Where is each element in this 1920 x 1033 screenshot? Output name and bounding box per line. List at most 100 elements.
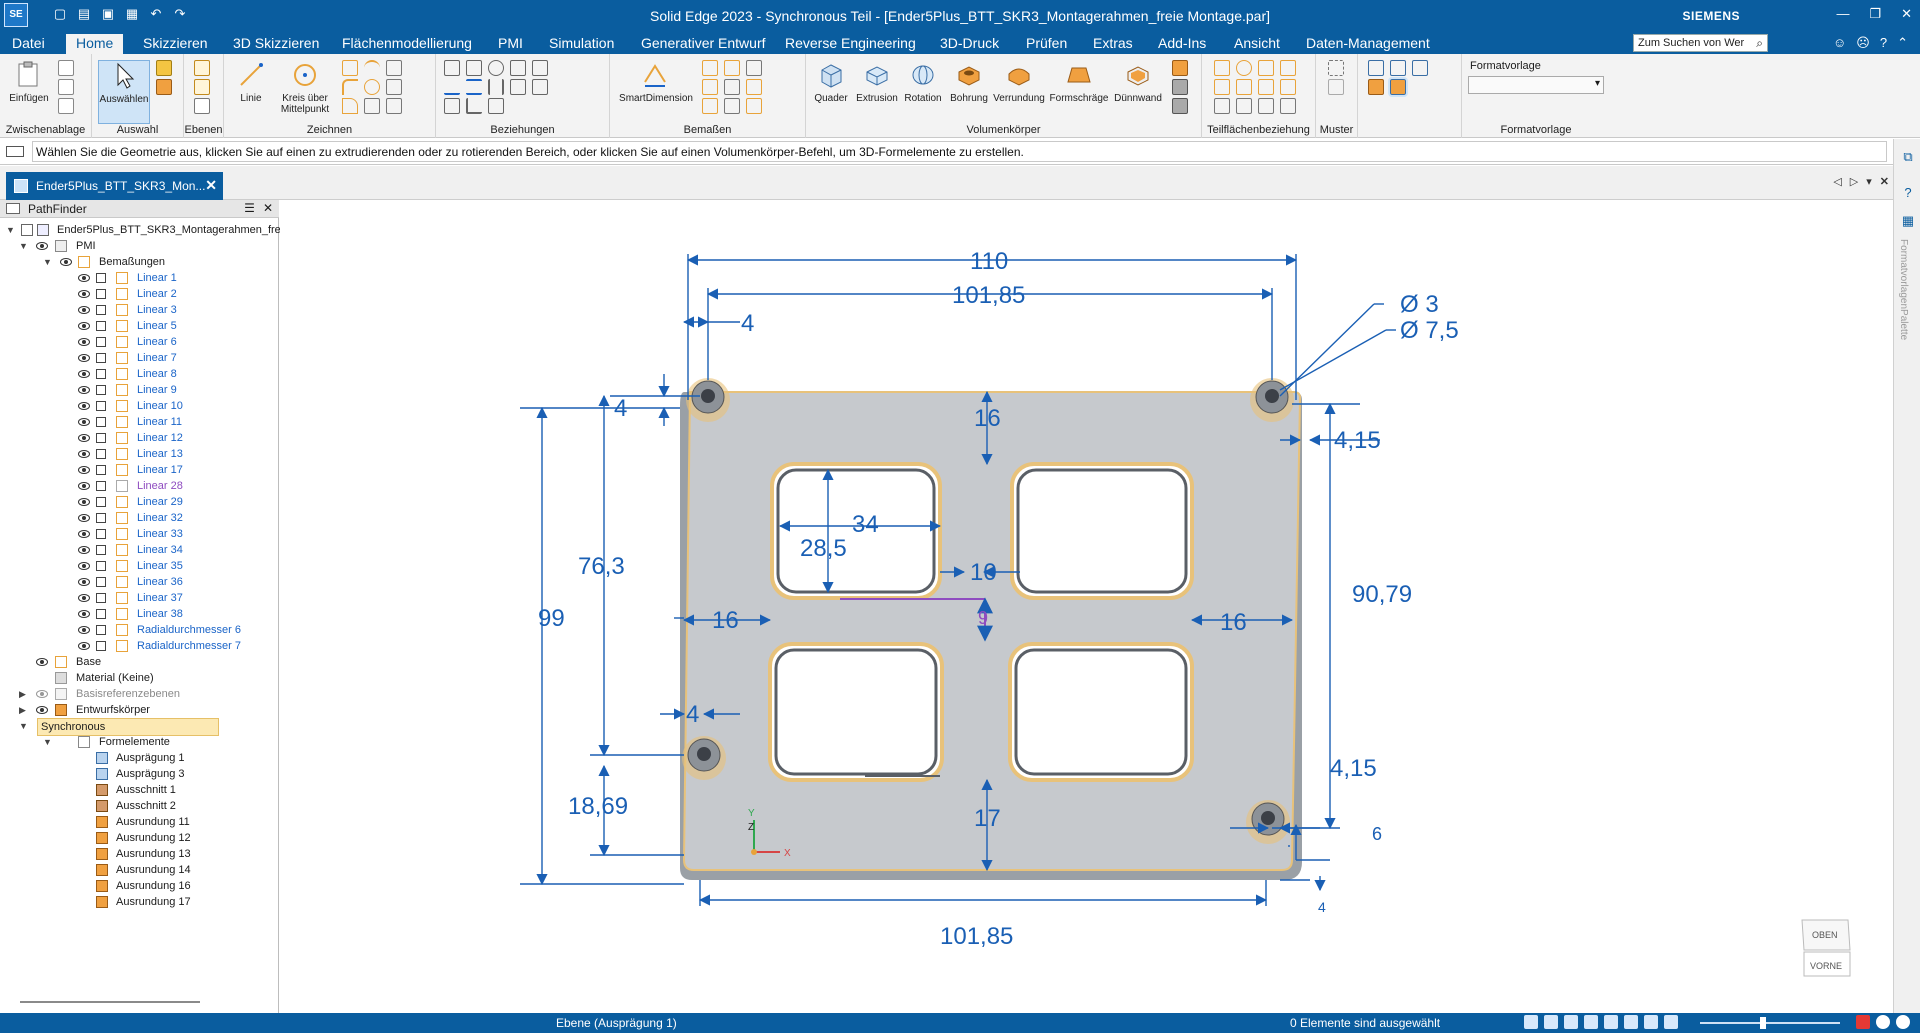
tree-material[interactable]: Material (Keine) xyxy=(33,670,233,686)
tree-dimension-item[interactable]: Radialdurchmesser 7 xyxy=(78,638,273,654)
face-perpendicular-icon[interactable] xyxy=(1236,79,1252,95)
tab-reverse-engineering[interactable]: Reverse Engineering xyxy=(785,35,916,51)
collinear-icon[interactable] xyxy=(532,79,548,95)
concentric-icon[interactable] xyxy=(488,60,504,76)
pattern-icon[interactable] xyxy=(1328,60,1344,76)
tree-base[interactable]: Base xyxy=(33,654,233,670)
eye-icon[interactable] xyxy=(78,290,90,298)
tree-dimension-item[interactable]: Linear 38 xyxy=(78,606,273,622)
eye-hidden-icon[interactable] xyxy=(36,690,48,698)
tree-dimension-item[interactable]: Linear 11 xyxy=(78,414,273,430)
collapse-icon[interactable]: ▼ xyxy=(43,734,53,750)
pan-icon[interactable] xyxy=(1584,1015,1598,1029)
dim-4-top[interactable]: 4 xyxy=(741,310,754,337)
command-search-input[interactable]: Zum Suchen von Wer ⌕ xyxy=(1633,34,1768,52)
smiley-icon[interactable]: ☺ xyxy=(1833,35,1846,51)
face-rigid-icon[interactable] xyxy=(1236,98,1252,114)
view-front-icon[interactable] xyxy=(1390,60,1406,76)
tree-dimension-item[interactable]: Linear 1 xyxy=(78,270,273,286)
dim-90-79[interactable]: 90,79 xyxy=(1352,581,1412,608)
eye-icon[interactable] xyxy=(78,338,90,346)
tree-dimension-item[interactable]: Linear 3 xyxy=(78,302,273,318)
draft-button[interactable]: Formschräge xyxy=(1048,60,1110,104)
tab-close-all-icon[interactable]: ✕ xyxy=(1880,175,1889,188)
eye-icon[interactable] xyxy=(36,706,48,714)
eye-icon[interactable] xyxy=(78,306,90,314)
dim-angle-icon[interactable] xyxy=(724,60,740,76)
symmetric-icon[interactable] xyxy=(510,79,526,95)
rotate-icon[interactable] xyxy=(1604,1015,1618,1029)
relation-handle-icon[interactable] xyxy=(532,60,548,76)
display-icon[interactable] xyxy=(1664,1015,1678,1029)
dim-76-3[interactable]: 76,3 xyxy=(578,553,625,580)
lock-icon[interactable] xyxy=(96,337,106,347)
dim-4-bottom[interactable]: 4 xyxy=(1318,899,1326,915)
palette-icon[interactable]: ▦ xyxy=(1900,213,1916,229)
tangent-icon[interactable] xyxy=(466,60,482,76)
eye-icon[interactable] xyxy=(60,258,72,266)
lock-icon[interactable] xyxy=(96,577,106,587)
eye-icon[interactable] xyxy=(78,450,90,458)
face-horizontal-icon[interactable] xyxy=(1214,98,1230,114)
eye-icon[interactable] xyxy=(78,386,90,394)
lock-icon[interactable] xyxy=(96,481,106,491)
offset-icon[interactable] xyxy=(364,98,380,114)
dim-99[interactable]: 99 xyxy=(538,605,565,632)
tree-refplanes[interactable]: ▶ Basisreferenzebenen xyxy=(19,686,249,702)
tree-pmi[interactable]: ▼ PMI xyxy=(19,238,269,254)
dim-text-icon[interactable] xyxy=(746,79,762,95)
paste-button[interactable]: Einfügen xyxy=(6,60,52,104)
dim-16-top[interactable]: 16 xyxy=(974,405,1001,432)
circle-center-button[interactable]: Kreis über Mittelpunkt xyxy=(276,60,334,115)
pathfinder-close-icon[interactable]: ✕ xyxy=(263,201,273,215)
face-offset-icon[interactable] xyxy=(1280,79,1296,95)
graphics-window[interactable]: 110 101,85 Ø 3 Ø 7,5 4 4 16 4,15 34 28,5… xyxy=(280,200,1893,1013)
tab-3d-skizzieren[interactable]: 3D Skizzieren xyxy=(233,35,319,51)
boss-top-right[interactable] xyxy=(1250,378,1294,422)
tab-3d-druck[interactable]: 3D-Druck xyxy=(940,35,999,51)
tree-dimension-item[interactable]: Linear 33 xyxy=(78,526,273,542)
tree-dimension-item[interactable]: Linear 8 xyxy=(78,366,273,382)
add-body-icon[interactable] xyxy=(1172,98,1188,114)
tree-feature-item[interactable]: Ausschnitt 1 xyxy=(96,782,266,798)
settings-icon[interactable] xyxy=(1896,1015,1910,1029)
viewcube-top-label[interactable]: OBEN xyxy=(1812,930,1838,940)
dim-4-15-bottom[interactable]: 4,15 xyxy=(1330,755,1377,782)
arc-icon[interactable] xyxy=(364,60,380,76)
lock-icon[interactable] xyxy=(96,593,106,603)
rectangle-icon[interactable] xyxy=(342,60,358,76)
boss-bottom-left[interactable] xyxy=(682,736,726,780)
dim-4-left[interactable]: 4 xyxy=(614,395,627,422)
tree-dimension-item[interactable]: Linear 6 xyxy=(78,334,273,350)
tree-dimension-item[interactable]: Linear 12 xyxy=(78,430,273,446)
lock-icon[interactable] xyxy=(96,641,106,651)
smartdimension-button[interactable]: SmartDimension xyxy=(614,60,698,104)
plane-angle-icon[interactable] xyxy=(194,98,210,114)
eye-icon[interactable] xyxy=(78,466,90,474)
lock-relation-icon[interactable] xyxy=(510,60,526,76)
select-button[interactable]: Auswählen xyxy=(98,60,150,124)
tree-dims-folder[interactable]: ▼ Bemaßungen xyxy=(43,254,273,270)
tree-dimension-item[interactable]: Linear 29 xyxy=(78,494,273,510)
tab-generativer-entwurf[interactable]: Generativer Entwurf xyxy=(641,35,766,51)
lock-icon[interactable] xyxy=(96,273,106,283)
tab-simulation[interactable]: Simulation xyxy=(549,35,614,51)
lock-icon[interactable] xyxy=(96,561,106,571)
lock-icon[interactable] xyxy=(96,449,106,459)
boss-bottom-right[interactable] xyxy=(1246,800,1290,844)
dim-callout-icon[interactable] xyxy=(746,98,762,114)
plane-icon[interactable] xyxy=(194,60,210,76)
tab-ansicht[interactable]: Ansicht xyxy=(1234,35,1280,51)
lock-icon[interactable] xyxy=(96,385,106,395)
tree-dimension-item[interactable]: Linear 9 xyxy=(78,382,273,398)
help-icon[interactable]: ? xyxy=(1880,35,1887,51)
dim-34[interactable]: 34 xyxy=(852,511,879,538)
dim-10[interactable]: 10 xyxy=(970,559,997,586)
view-iso-icon[interactable] xyxy=(1368,60,1384,76)
lock-icon[interactable] xyxy=(96,369,106,379)
trim-icon[interactable] xyxy=(342,98,358,114)
dim-4-15-top[interactable]: 4,15 xyxy=(1334,427,1381,454)
eye-icon[interactable] xyxy=(78,642,90,650)
eye-icon[interactable] xyxy=(36,242,48,250)
mirror-pattern-icon[interactable] xyxy=(1328,79,1344,95)
